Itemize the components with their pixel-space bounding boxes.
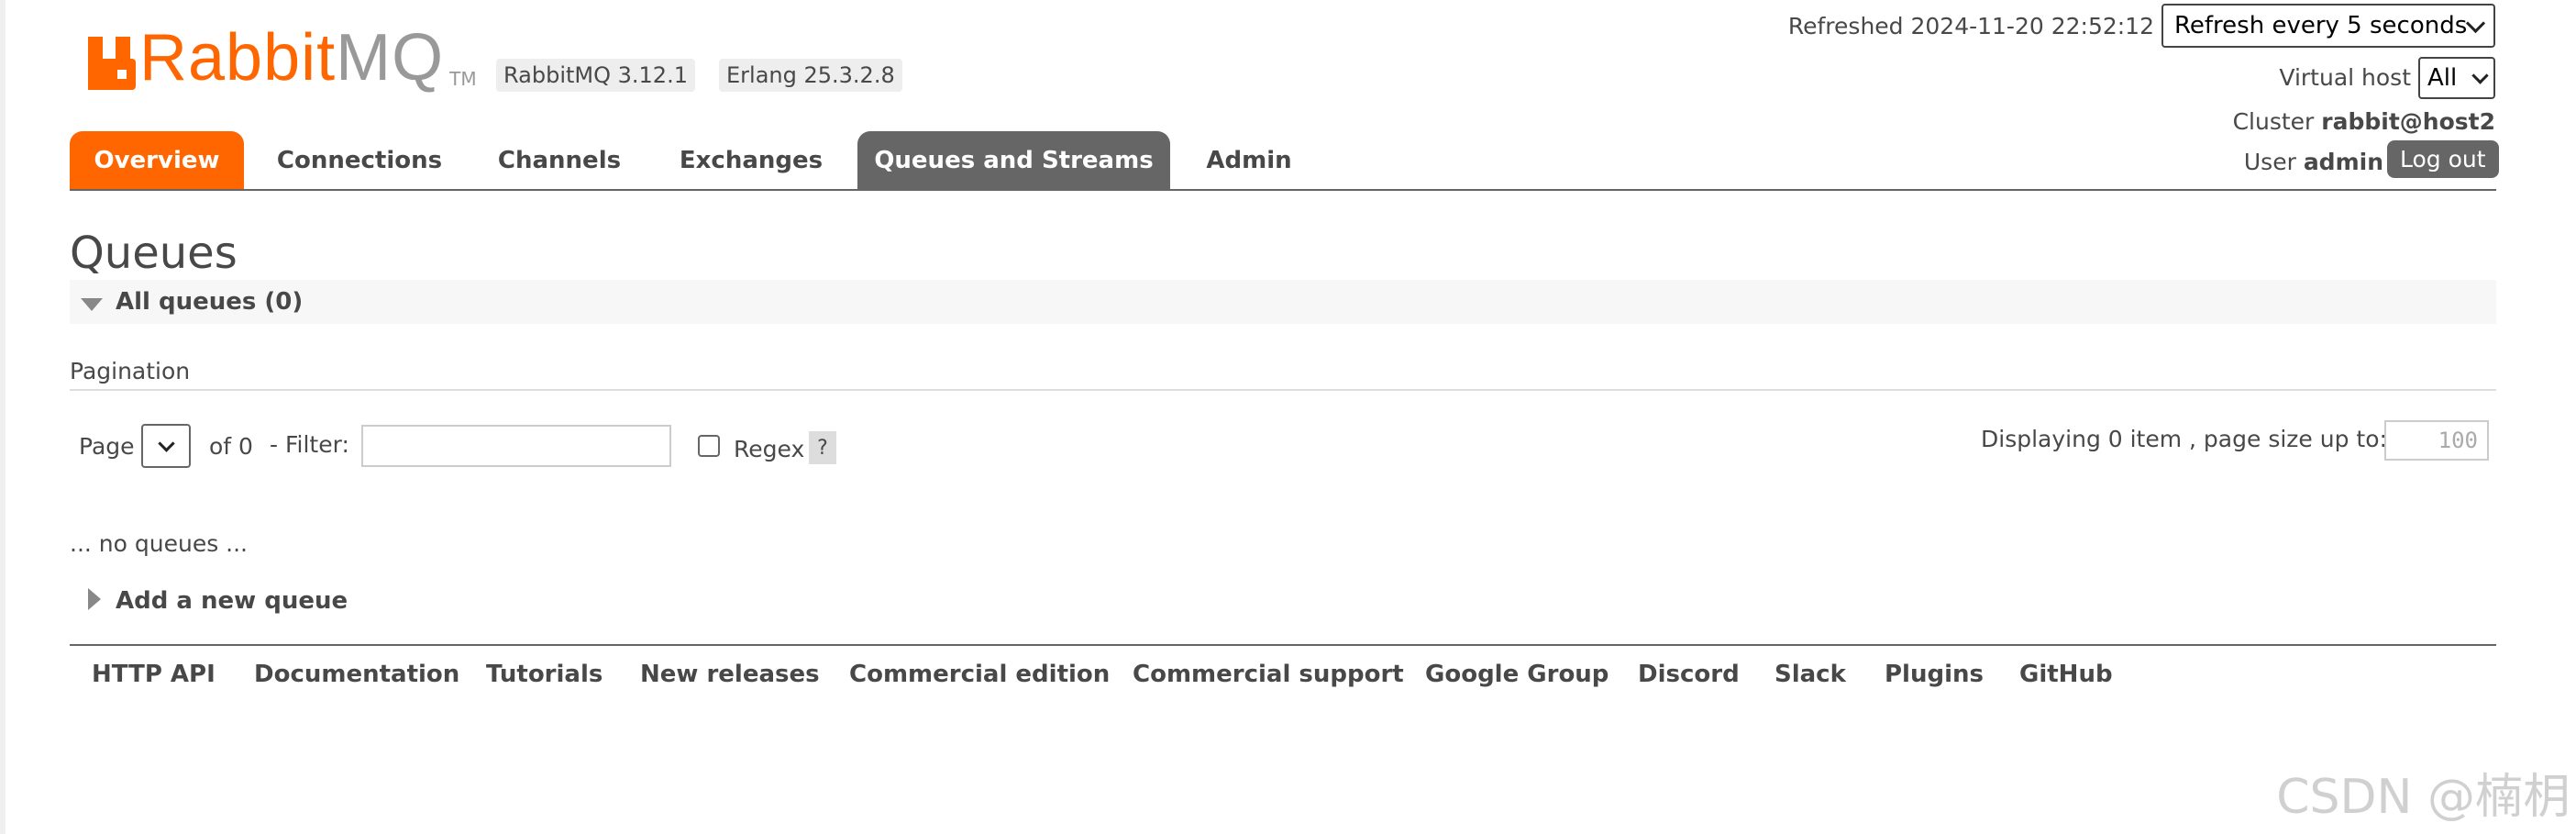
footer-link-documentation[interactable]: Documentation <box>254 661 459 688</box>
page-title: Queues <box>70 228 238 279</box>
rabbitmq-version-badge: RabbitMQ 3.12.1 <box>496 59 695 92</box>
user-info: User admin <box>2244 149 2383 175</box>
footer-link-tutorials[interactable]: Tutorials <box>486 661 603 688</box>
logo-trademark: TM <box>449 68 477 90</box>
footer-link-commercial-edition[interactable]: Commercial edition <box>849 661 1110 688</box>
regex-checkbox[interactable] <box>698 435 720 457</box>
footer-link-slack[interactable]: Slack <box>1774 661 1846 688</box>
erlang-version-badge: Erlang 25.3.2.8 <box>719 59 902 92</box>
page-size-input[interactable]: 100 <box>2384 420 2489 461</box>
footer-link-plugins[interactable]: Plugins <box>1885 661 1984 688</box>
user-label: User <box>2243 149 2296 175</box>
all-queues-title[interactable]: All queues (0) <box>116 288 303 316</box>
tab-divider <box>70 189 2496 191</box>
empty-queues-text: ... no queues ... <box>70 530 249 557</box>
tab-overview[interactable]: Overview <box>70 131 244 190</box>
logout-button[interactable]: Log out <box>2387 140 2499 178</box>
footer-link-discord[interactable]: Discord <box>1638 661 1740 688</box>
all-queues-section-header[interactable] <box>70 280 2496 324</box>
footer-link-google-group[interactable]: Google Group <box>1425 661 1609 688</box>
rabbitmq-logo[interactable]: Rabbit MQ TM <box>88 21 477 95</box>
chevron-down-icon <box>2465 13 2486 33</box>
footer-link-github[interactable]: GitHub <box>2019 661 2113 688</box>
footer-divider <box>70 644 2496 646</box>
window-edge <box>0 0 6 834</box>
chevron-down-icon <box>157 434 175 452</box>
logo-text-rabbit: Rabbit <box>139 21 337 95</box>
cluster-info: Cluster rabbit@host2 <box>2233 108 2495 135</box>
regex-label: Regex <box>734 436 805 462</box>
tab-connections[interactable]: Connections <box>266 131 453 190</box>
refresh-interval-select[interactable]: Refresh every 5 seconds <box>2161 4 2495 48</box>
chevron-down-icon <box>2471 66 2489 84</box>
vhost-select-value: All <box>2427 64 2458 92</box>
tab-queues-and-streams[interactable]: Queues and Streams <box>857 131 1170 190</box>
refresh-interval-value: Refresh every 5 seconds <box>2174 12 2468 39</box>
tab-exchanges[interactable]: Exchanges <box>664 131 838 190</box>
tab-admin[interactable]: Admin <box>1192 131 1306 190</box>
cluster-label: Cluster <box>2232 108 2315 135</box>
filter-label: - Filter: <box>270 431 349 458</box>
footer-link-http-api[interactable]: HTTP API <box>92 661 216 688</box>
add-queue-toggle[interactable]: Add a new queue <box>116 587 348 615</box>
cluster-name: rabbit@host2 <box>2321 108 2495 135</box>
vhost-label: Virtual host <box>2279 64 2411 91</box>
filter-input[interactable] <box>361 425 671 467</box>
page-select[interactable] <box>141 424 191 468</box>
collapse-triangle-icon <box>81 298 103 311</box>
rabbit-logo-icon <box>88 37 136 90</box>
tab-channels[interactable]: Channels <box>477 131 642 190</box>
vhost-select[interactable]: All <box>2418 57 2495 99</box>
pagination-label: Pagination <box>70 358 191 384</box>
footer-link-new-releases[interactable]: New releases <box>640 661 820 688</box>
logo-text-mq: MQ <box>336 21 445 95</box>
regex-help-button[interactable]: ? <box>809 431 836 464</box>
page-count: of 0 <box>209 433 253 460</box>
csdn-watermark: CSDN @楠枂 <box>2276 770 2570 825</box>
pagination-divider <box>70 389 2496 391</box>
refreshed-timestamp: Refreshed 2024-11-20 22:52:12 <box>1787 13 2154 39</box>
expand-triangle-icon <box>88 588 101 610</box>
page-label: Page <box>79 433 135 460</box>
footer-link-commercial-support[interactable]: Commercial support <box>1133 661 1404 688</box>
displaying-info: Displaying 0 item , page size up to: <box>1981 426 2387 452</box>
user-name: admin <box>2303 149 2383 175</box>
